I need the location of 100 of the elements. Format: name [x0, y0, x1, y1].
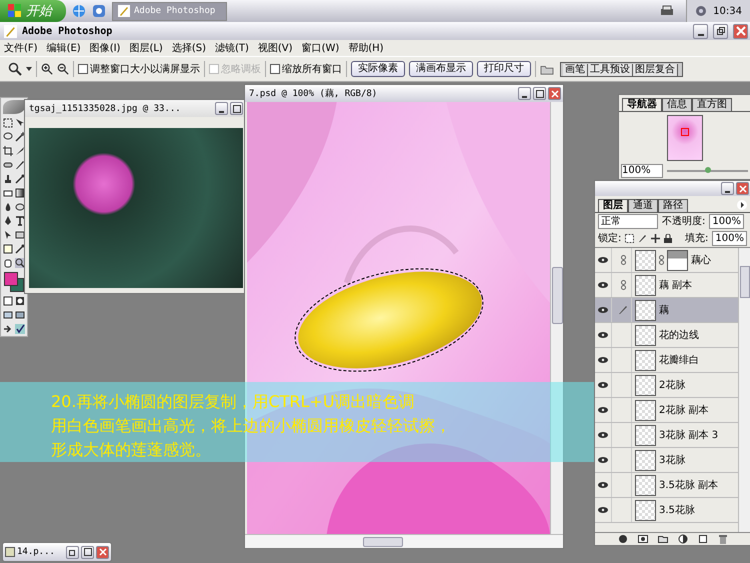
restore-button[interactable]: [713, 24, 728, 38]
palette-tab[interactable]: 画笔: [563, 64, 588, 76]
eye-icon[interactable]: [598, 507, 608, 513]
vertical-scrollbar[interactable]: [550, 102, 563, 534]
path-select-icon[interactable]: [3, 230, 13, 240]
layer-row[interactable]: 2花脉: [595, 373, 738, 398]
screen-mode-icon[interactable]: [3, 310, 13, 320]
zoom-field[interactable]: 100%: [621, 164, 663, 178]
link-circle-icon[interactable]: [618, 534, 628, 544]
eye-icon[interactable]: [598, 482, 608, 488]
minimize-button[interactable]: [693, 24, 708, 38]
checkmark-icon[interactable]: [15, 324, 25, 334]
eyedropper-icon[interactable]: [15, 244, 25, 254]
trash-icon[interactable]: [718, 534, 728, 544]
lock-transparency-icon[interactable]: [625, 234, 634, 243]
panel-tab[interactable]: 导航器: [622, 98, 662, 111]
quick-mask-icon[interactable]: [15, 296, 25, 306]
layer-row[interactable]: 藕: [595, 298, 738, 323]
adjustment-icon[interactable]: [678, 534, 688, 544]
checkbox-option[interactable]: 调整窗口大小以满屏显示: [78, 62, 200, 76]
chain-icon[interactable]: [620, 280, 626, 290]
caret-icon[interactable]: [26, 67, 32, 71]
chain-icon[interactable]: [620, 255, 626, 265]
zoom-icon[interactable]: [8, 62, 22, 76]
wand-icon[interactable]: [15, 132, 25, 142]
panel-tab[interactable]: 直方图: [692, 98, 732, 111]
eye-icon[interactable]: [598, 307, 608, 313]
folder-icon[interactable]: [540, 63, 554, 75]
palette-tab[interactable]: 工具预设: [588, 64, 633, 76]
marquee-icon[interactable]: [3, 118, 13, 128]
panel-tab[interactable]: 路径: [658, 199, 688, 212]
stamp-icon[interactable]: [3, 174, 13, 184]
eye-icon[interactable]: [598, 457, 608, 463]
minimize-button[interactable]: [721, 182, 734, 195]
opacity-field[interactable]: 100%: [709, 214, 744, 229]
layer-row[interactable]: 2花脉 副本: [595, 398, 738, 423]
rectangle-icon[interactable]: [15, 230, 25, 240]
eye-icon[interactable]: [598, 357, 608, 363]
menu-item[interactable]: 图层(L): [129, 41, 163, 55]
blur-icon[interactable]: [3, 202, 13, 212]
crop-icon[interactable]: [3, 146, 13, 156]
eye-icon[interactable]: [598, 282, 608, 288]
brush-icon[interactable]: [638, 234, 648, 243]
eye-icon[interactable]: [598, 407, 608, 413]
arrow-icon[interactable]: [3, 324, 13, 334]
layer-row[interactable]: 藕心: [595, 248, 738, 273]
eye-icon[interactable]: [598, 257, 608, 263]
mask-icon[interactable]: [638, 534, 648, 544]
menu-item[interactable]: 滤镜(T): [214, 41, 249, 55]
globe-icon[interactable]: [72, 4, 86, 18]
eye-icon[interactable]: [598, 332, 608, 338]
menu-item[interactable]: 文件(F): [4, 41, 38, 55]
menu-item[interactable]: 窗口(W): [302, 41, 340, 55]
layer-row[interactable]: 花的边线: [595, 323, 738, 348]
checkbox-option[interactable]: 缩放所有窗口: [270, 62, 342, 76]
menu-item[interactable]: 编辑(E): [46, 41, 81, 55]
notes-icon[interactable]: [3, 244, 13, 254]
layer-row[interactable]: 藕 副本: [595, 273, 738, 298]
knife-icon[interactable]: [15, 146, 25, 156]
layer-row[interactable]: 3花脉: [595, 448, 738, 473]
gradient-icon[interactable]: [15, 188, 25, 198]
eye-icon[interactable]: [598, 432, 608, 438]
minimize-button[interactable]: [518, 87, 531, 100]
zoom-out-icon[interactable]: [57, 63, 69, 75]
sponge-icon[interactable]: [15, 202, 25, 212]
layer-row[interactable]: 3.5花脉 副本: [595, 473, 738, 498]
lasso-icon[interactable]: [3, 132, 13, 142]
close-button[interactable]: [736, 182, 749, 195]
standard-mode-icon[interactable]: [3, 296, 13, 306]
slider-thumb[interactable]: [704, 167, 710, 173]
brush-icon[interactable]: [15, 160, 25, 170]
panel-menu-icon[interactable]: [737, 200, 747, 210]
menu-item[interactable]: 视图(V): [258, 41, 293, 55]
layer-row[interactable]: 花瓣绯白: [595, 348, 738, 373]
menu-item[interactable]: 图像(I): [90, 41, 120, 55]
panel-tab[interactable]: 图层: [598, 199, 628, 212]
folder-icon[interactable]: [658, 534, 668, 544]
full-screen-icon[interactable]: [15, 310, 25, 320]
history-brush-icon[interactable]: [15, 174, 25, 184]
layer-row[interactable]: 3.5花脉: [595, 498, 738, 523]
close-button[interactable]: [733, 24, 748, 38]
menu-item[interactable]: 选择(S): [172, 41, 206, 55]
lock-icon[interactable]: [664, 234, 672, 243]
pen-icon[interactable]: [3, 216, 13, 226]
menu-item[interactable]: 帮助(H): [348, 41, 384, 55]
option-button[interactable]: 实际像素: [351, 61, 405, 77]
zoom-tool-icon[interactable]: [15, 258, 25, 268]
restore-button[interactable]: [66, 546, 79, 558]
palette-tab[interactable]: 图层复合: [633, 64, 678, 76]
vertical-scrollbar[interactable]: [738, 248, 750, 532]
zoom-in-icon[interactable]: [41, 63, 53, 75]
minimized-window[interactable]: 14.p...: [2, 542, 112, 562]
horizontal-scrollbar[interactable]: [245, 534, 563, 548]
app-launcher-icon[interactable]: [92, 4, 106, 18]
color-swatches[interactable]: [4, 272, 24, 292]
maximize-button[interactable]: [81, 546, 94, 558]
printer-icon[interactable]: [660, 5, 674, 17]
new-layer-icon[interactable]: [698, 534, 708, 544]
fill-field[interactable]: 100%: [712, 231, 747, 246]
close-button[interactable]: [548, 87, 561, 100]
